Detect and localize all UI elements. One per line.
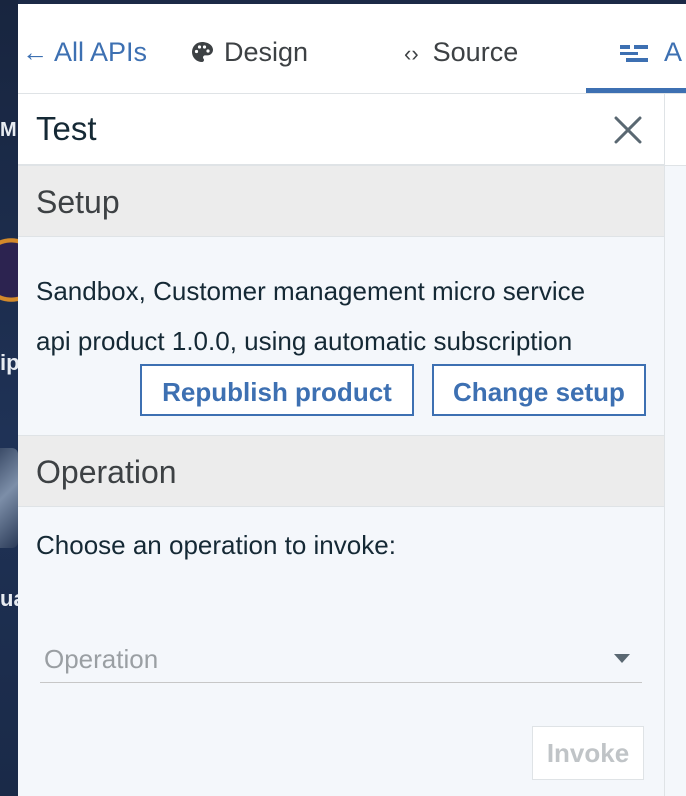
- change-setup-button[interactable]: Change setup: [432, 364, 646, 416]
- api-editor-window: ← All APIs Design ‹› Source A Test Setup…: [18, 4, 686, 796]
- panel-title: Test: [36, 110, 97, 147]
- tab-design-label: Design: [224, 37, 309, 67]
- invoke-button[interactable]: Invoke: [532, 726, 644, 780]
- desktop-label-ua: ua: [0, 586, 18, 611]
- desktop-app-icon: [0, 215, 18, 325]
- desktop-label-ip: ip: [0, 350, 18, 375]
- operation-prompt: Choose an operation to invoke:: [36, 530, 396, 560]
- close-button[interactable]: [612, 114, 644, 146]
- operation-select[interactable]: Operation: [40, 634, 642, 683]
- tab-assemble[interactable]: A: [620, 34, 682, 70]
- top-nav: ← All APIs Design ‹› Source A: [18, 4, 686, 94]
- tab-assemble-label: A: [664, 37, 683, 67]
- desktop-app-icon-2: [0, 448, 18, 548]
- test-panel: Test Setup Sandbox, Customer management …: [18, 94, 665, 796]
- desktop-label-m: M: [0, 119, 17, 141]
- tab-source[interactable]: ‹› Source: [404, 34, 518, 70]
- test-panel-header: Test: [18, 94, 664, 165]
- caret-down-icon: [614, 654, 630, 663]
- canvas-edge: [665, 94, 686, 796]
- nav-back-label: All APIs: [54, 37, 148, 67]
- republish-product-button[interactable]: Republish product: [140, 364, 414, 416]
- setup-section-header: Setup: [18, 165, 664, 237]
- tab-design[interactable]: Design: [190, 34, 308, 70]
- operation-heading: Operation: [36, 454, 177, 490]
- tab-source-label: Source: [432, 37, 519, 67]
- desktop-background: M ip ua: [0, 0, 18, 796]
- code-icon: ‹›: [404, 41, 419, 66]
- operation-section-header: Operation: [18, 435, 664, 507]
- palette-icon: [190, 36, 214, 72]
- nav-back-link[interactable]: ← All APIs: [22, 34, 147, 70]
- assemble-icon: [620, 36, 648, 72]
- close-icon: [614, 116, 642, 144]
- setup-description: Sandbox, Customer management micro servi…: [36, 266, 648, 366]
- setup-description-line1: Sandbox, Customer management micro servi…: [36, 276, 586, 306]
- operation-select-placeholder: Operation: [44, 644, 159, 674]
- setup-heading: Setup: [36, 184, 120, 220]
- setup-description-line2: api product 1.0.0, using automatic subsc…: [36, 326, 573, 356]
- arrow-left-icon: ←: [22, 37, 48, 67]
- active-tab-indicator: [586, 88, 686, 93]
